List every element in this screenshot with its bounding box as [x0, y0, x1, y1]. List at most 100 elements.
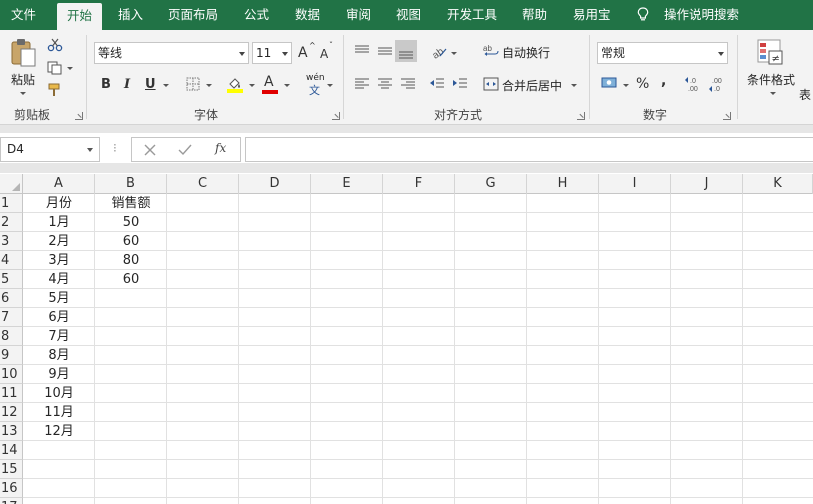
cell-a9[interactable]: 8月: [23, 346, 95, 365]
conditional-formatting-dropdown-arrow[interactable]: [770, 92, 776, 95]
increase-decimal-icon[interactable]: .0 .00: [684, 75, 704, 93]
font-color-button[interactable]: A: [264, 74, 274, 90]
column-header-d[interactable]: D: [239, 174, 311, 194]
row-header-12[interactable]: 12: [0, 403, 23, 422]
merge-center-icon[interactable]: [483, 76, 499, 92]
cell-a5[interactable]: 4月: [23, 270, 95, 289]
column-header-g[interactable]: G: [455, 174, 527, 194]
column-header-c[interactable]: C: [167, 174, 239, 194]
font-launcher-icon[interactable]: [332, 112, 340, 120]
row-header-15[interactable]: 15: [0, 460, 23, 479]
tab-home[interactable]: 开始: [57, 3, 103, 30]
align-center-icon[interactable]: [377, 77, 393, 91]
decrease-font-size-button[interactable]: A: [320, 47, 328, 61]
underline-dropdown-arrow[interactable]: [163, 84, 169, 87]
row-header-1[interactable]: 1: [0, 194, 23, 213]
borders-dropdown-arrow[interactable]: [206, 84, 212, 87]
phonetic-dropdown-arrow[interactable]: [327, 84, 333, 87]
paste-icon[interactable]: [10, 38, 38, 68]
orientation-dropdown-arrow[interactable]: [451, 52, 457, 55]
tab-easy-tools[interactable]: 易用宝: [573, 0, 611, 30]
tab-insert[interactable]: 插入: [118, 0, 143, 30]
number-format-combo[interactable]: 常规: [597, 42, 728, 64]
cell-b3[interactable]: 60: [95, 232, 167, 251]
row-header-7[interactable]: 7: [0, 308, 23, 327]
fill-color-dropdown-arrow[interactable]: [249, 84, 255, 87]
column-header-j[interactable]: J: [671, 174, 743, 194]
copy-icon[interactable]: [47, 61, 63, 75]
underline-button[interactable]: U: [145, 77, 156, 92]
row-header-5[interactable]: 5: [0, 270, 23, 289]
column-header-i[interactable]: I: [599, 174, 671, 194]
tab-formulas[interactable]: 公式: [244, 0, 269, 30]
select-all-button[interactable]: [0, 174, 23, 194]
clipboard-launcher-icon[interactable]: [75, 112, 83, 120]
tab-file[interactable]: 文件: [11, 0, 36, 30]
cell-b2[interactable]: 50: [95, 213, 167, 232]
tab-developer[interactable]: 开发工具: [447, 0, 497, 30]
formula-input[interactable]: [245, 137, 813, 162]
row-header-9[interactable]: 9: [0, 346, 23, 365]
comma-style-button[interactable]: ,: [661, 73, 666, 89]
column-header-h[interactable]: H: [527, 174, 599, 194]
cell-a2[interactable]: 1月: [23, 213, 95, 232]
orientation-icon[interactable]: ab: [430, 43, 448, 59]
paste-button-label[interactable]: 粘贴: [11, 71, 35, 88]
borders-icon[interactable]: [186, 77, 200, 91]
cell-a10[interactable]: 9月: [23, 365, 95, 384]
cell-a11[interactable]: 10月: [23, 384, 95, 403]
row-header-16[interactable]: 16: [0, 479, 23, 498]
row-header-14[interactable]: 14: [0, 441, 23, 460]
wrap-text-button[interactable]: 自动换行: [502, 44, 550, 61]
cut-icon[interactable]: [47, 38, 63, 52]
percent-style-button[interactable]: %: [636, 76, 649, 92]
cell-a8[interactable]: 7月: [23, 327, 95, 346]
font-size-combo[interactable]: 11: [252, 42, 292, 64]
cell-a3[interactable]: 2月: [23, 232, 95, 251]
column-header-k[interactable]: K: [743, 174, 813, 194]
tell-me-search[interactable]: 操作说明搜索: [664, 0, 739, 30]
formula-bar-grip-icon[interactable]: ⁝: [113, 141, 117, 155]
cell-b5[interactable]: 60: [95, 270, 167, 289]
fill-color-icon[interactable]: [226, 75, 244, 93]
cell-a12[interactable]: 11月: [23, 403, 95, 422]
cell-a13[interactable]: 12月: [23, 422, 95, 441]
format-painter-icon[interactable]: [47, 83, 63, 97]
tab-data[interactable]: 数据: [295, 0, 320, 30]
row-header-17[interactable]: 17: [0, 498, 23, 504]
font-color-dropdown-arrow[interactable]: [284, 84, 290, 87]
copy-dropdown-arrow[interactable]: [67, 67, 73, 70]
row-header-11[interactable]: 11: [0, 384, 23, 403]
row-header-8[interactable]: 8: [0, 327, 23, 346]
column-header-a[interactable]: A: [23, 174, 95, 194]
merge-dropdown-arrow[interactable]: [571, 84, 577, 87]
tab-page-layout[interactable]: 页面布局: [168, 0, 218, 30]
cell-a4[interactable]: 3月: [23, 251, 95, 270]
decrease-decimal-icon[interactable]: .00 .0: [708, 75, 728, 93]
conditional-formatting-button[interactable]: 条件格式: [747, 71, 795, 88]
align-left-icon[interactable]: [354, 77, 370, 91]
cell-a6[interactable]: 5月: [23, 289, 95, 308]
align-middle-icon[interactable]: [377, 44, 393, 58]
italic-button[interactable]: I: [124, 77, 130, 92]
row-header-4[interactable]: 4: [0, 251, 23, 270]
paste-dropdown-arrow[interactable]: [20, 92, 26, 95]
column-header-e[interactable]: E: [311, 174, 383, 194]
name-box[interactable]: D4: [0, 137, 100, 162]
accounting-dropdown-arrow[interactable]: [623, 84, 629, 87]
column-header-f[interactable]: F: [383, 174, 455, 194]
accounting-format-icon[interactable]: [601, 76, 619, 90]
row-header-10[interactable]: 10: [0, 365, 23, 384]
decrease-indent-icon[interactable]: [429, 77, 445, 91]
increase-font-size-button[interactable]: A: [298, 45, 308, 61]
font-name-combo[interactable]: 等线: [94, 42, 249, 64]
conditional-formatting-icon[interactable]: ≠: [756, 38, 784, 66]
cell-a1[interactable]: 月份: [23, 194, 95, 213]
cell-b4[interactable]: 80: [95, 251, 167, 270]
tab-review[interactable]: 审阅: [346, 0, 371, 30]
cancel-icon[interactable]: [144, 144, 156, 156]
merge-center-button[interactable]: 合并后居中: [502, 77, 562, 94]
alignment-launcher-icon[interactable]: [577, 112, 585, 120]
align-right-icon[interactable]: [400, 77, 416, 91]
number-launcher-icon[interactable]: [723, 112, 731, 120]
